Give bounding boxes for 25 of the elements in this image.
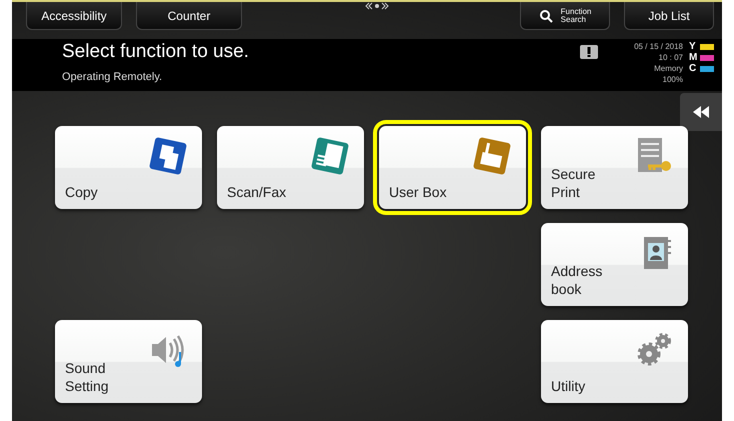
top-button[interactable]: Counter bbox=[136, 2, 242, 30]
function-tile[interactable]: Secure Print bbox=[541, 126, 688, 209]
function-tile[interactable]: User Box bbox=[379, 126, 526, 209]
function-tile[interactable]: Scan/Fax bbox=[217, 126, 364, 209]
screen-title: Select function to use. bbox=[62, 41, 250, 63]
search-icon bbox=[538, 8, 553, 22]
status-message: Operating Remotely. bbox=[62, 71, 164, 83]
handle-icon[interactable] bbox=[365, 2, 389, 10]
toner-letter: Y bbox=[689, 41, 697, 52]
warning-icon[interactable] bbox=[580, 45, 598, 59]
function-tile[interactable]: Sound Setting bbox=[55, 320, 202, 403]
function-tile[interactable]: Address book bbox=[541, 223, 688, 306]
top-button[interactable]: Accessibility bbox=[26, 2, 122, 30]
double-arrow-icon bbox=[692, 106, 710, 118]
date-text: 05 / 15 / 2018 bbox=[634, 41, 683, 52]
time-text: 10 : 07 bbox=[658, 52, 683, 63]
function-tile[interactable]: Utility bbox=[541, 320, 688, 403]
job-list-button[interactable]: Job List bbox=[624, 2, 714, 30]
toner-letter: M bbox=[689, 52, 697, 63]
toner-letter: C bbox=[689, 63, 697, 74]
function-search-button[interactable]: Function Search bbox=[520, 2, 610, 30]
collapse-tab[interactable] bbox=[680, 93, 722, 131]
memory-label: Memory bbox=[654, 63, 683, 74]
memory-value: 100% bbox=[662, 74, 683, 85]
function-tile[interactable]: Copy bbox=[55, 126, 202, 209]
